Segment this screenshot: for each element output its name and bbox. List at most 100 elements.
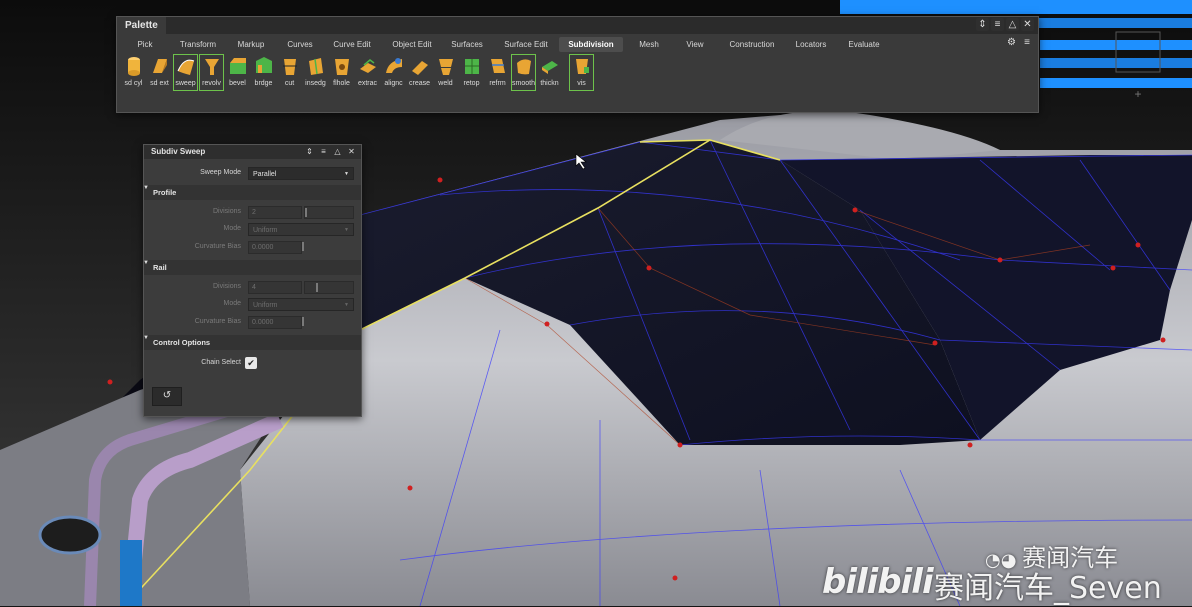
collapse-icon[interactable]: △	[332, 146, 343, 157]
svg-text:+: +	[1134, 87, 1141, 101]
collapse-arrow-icon: ▼	[143, 335, 149, 341]
subdivision-toolbar: sd cyl sd ext sweep revolv bevel brdge c…	[117, 54, 1038, 94]
thicken-icon	[542, 61, 558, 74]
collapse-icon[interactable]: △	[1006, 18, 1019, 31]
fill-hole-icon	[335, 59, 349, 75]
gear-icon[interactable]: ⚙	[1007, 37, 1016, 48]
align-curve-icon	[386, 58, 402, 73]
rail-bias-label: Curvature Bias	[194, 318, 241, 325]
rail-section-header[interactable]: ▼ Rail	[143, 260, 361, 275]
control-options-section-label: Control Options	[153, 338, 211, 347]
tab-construction[interactable]: Construction	[725, 37, 779, 52]
tool-vis[interactable]: vis	[569, 54, 594, 91]
reset-icon: ↺	[162, 390, 172, 401]
close-icon[interactable]: ✕	[1021, 18, 1034, 31]
slider-thumb[interactable]	[302, 317, 304, 326]
chain-select-checkbox[interactable]: ✔	[245, 357, 257, 369]
sweep-mode-row: Sweep Mode Parallel	[144, 166, 361, 182]
rail-bias-slider[interactable]	[302, 316, 354, 329]
profile-bias-value[interactable]: 0.0000	[248, 241, 302, 254]
tab-curves[interactable]: Curves	[281, 37, 319, 52]
sweep-mode-label: Sweep Mode	[200, 169, 241, 176]
profile-divisions-field[interactable]: 2	[248, 206, 354, 219]
rail-divisions-value[interactable]: 4	[248, 281, 302, 294]
options-icon[interactable]: ≡	[991, 18, 1004, 31]
rail-mode-dropdown[interactable]: Uniform	[248, 298, 354, 312]
palette-tabs: Pick Transform Markup Curves Curve Edit …	[117, 36, 1038, 53]
tab-object-edit[interactable]: Object Edit	[387, 37, 437, 52]
tab-mesh[interactable]: Mesh	[631, 37, 667, 52]
tab-surface-edit[interactable]: Surface Edit	[499, 37, 553, 52]
control-options-section-header[interactable]: ▼ Control Options	[143, 335, 361, 350]
subdiv-cylinder-icon	[128, 57, 140, 76]
profile-bias-label: Curvature Bias	[194, 243, 241, 250]
tab-curve-edit[interactable]: Curve Edit	[329, 37, 375, 52]
visibility-icon	[576, 59, 589, 74]
tab-subdivision[interactable]: Subdivision	[559, 37, 623, 52]
subdiv-revolve-icon	[205, 59, 219, 75]
slider-thumb[interactable]	[305, 208, 307, 217]
tab-evaluate[interactable]: Evaluate	[843, 37, 885, 52]
rail-divisions-row: Divisions 4	[144, 280, 361, 296]
profile-mode-dropdown[interactable]: Uniform	[248, 223, 354, 237]
bilibili-logo: bilibili	[822, 562, 934, 602]
close-icon[interactable]: ✕	[346, 146, 357, 157]
hamburger-menu-icon[interactable]: ≡	[1024, 37, 1030, 48]
profile-divisions-slider[interactable]	[304, 206, 354, 219]
extract-icon	[360, 59, 376, 73]
profile-divisions-label: Divisions	[212, 208, 241, 215]
subdiv-sweep-icon	[177, 59, 195, 75]
subdiv-bevel-icon	[230, 58, 246, 74]
profile-mode-row: Mode Uniform	[144, 222, 361, 238]
rail-mode-label: Mode	[223, 300, 241, 307]
profile-divisions-value[interactable]: 2	[248, 206, 302, 219]
collapse-arrow-icon: ▼	[143, 260, 149, 266]
sweep-mode-dropdown[interactable]: Parallel	[248, 167, 354, 181]
profile-bias-field[interactable]: 0.0000	[248, 241, 354, 254]
tab-markup[interactable]: Markup	[229, 37, 273, 52]
rail-bias-field[interactable]: 0.0000	[248, 316, 354, 329]
rail-section-label: Rail	[153, 263, 167, 272]
profile-bias-slider[interactable]	[302, 241, 354, 254]
tab-surfaces[interactable]: Surfaces	[447, 37, 487, 52]
profile-mode-label: Mode	[223, 225, 241, 232]
bilibili-user-watermark: 赛闻汽车_Seven	[934, 571, 1162, 606]
smooth-icon	[517, 59, 531, 75]
subdiv-sweep-window: Subdiv Sweep ⇕ ≡ △ ✕ Sweep Mode Parallel…	[143, 144, 362, 417]
tool-label: thickn	[540, 80, 559, 87]
palette-title: Palette	[117, 17, 166, 34]
rail-divisions-slider[interactable]	[304, 281, 354, 294]
subdiv-bridge-icon	[256, 57, 272, 73]
options-icon[interactable]: ≡	[318, 146, 329, 157]
profile-section-label: Profile	[153, 188, 177, 197]
profile-bias-row: Curvature Bias 0.0000	[144, 240, 361, 256]
profile-section-header[interactable]: ▼ Profile	[143, 185, 361, 200]
reset-button[interactable]: ↺	[152, 387, 182, 406]
tool-label: vis	[577, 80, 586, 87]
rail-bias-row: Curvature Bias 0.0000	[144, 315, 361, 331]
tab-view[interactable]: View	[677, 37, 713, 52]
tab-transform[interactable]: Transform	[175, 37, 221, 52]
chain-select-row: Chain Select ✔	[144, 356, 361, 372]
sweep-titlebar[interactable]: Subdiv Sweep ⇕ ≡ △ ✕	[144, 145, 361, 159]
subdiv-cut-icon	[283, 59, 297, 75]
rail-mode-row: Mode Uniform	[144, 297, 361, 313]
collapse-arrow-icon: ▼	[143, 185, 149, 191]
sweep-title: Subdiv Sweep	[151, 147, 206, 156]
rail-bias-value[interactable]: 0.0000	[248, 316, 302, 329]
palette-titlebar[interactable]: Palette ⇕ ≡ △ ✕	[117, 17, 1038, 34]
profile-divisions-row: Divisions 2	[144, 205, 361, 221]
tab-pick[interactable]: Pick	[123, 37, 167, 52]
slider-thumb[interactable]	[316, 283, 318, 292]
pin-icon[interactable]: ⇕	[976, 18, 989, 31]
rail-divisions-field[interactable]: 4	[248, 281, 354, 294]
pin-icon[interactable]: ⇕	[304, 146, 315, 157]
rail-divisions-label: Divisions	[212, 283, 241, 290]
reform-icon	[491, 59, 505, 73]
slider-thumb[interactable]	[302, 242, 304, 251]
tab-locators[interactable]: Locators	[789, 37, 833, 52]
palette-window: Palette ⇕ ≡ △ ✕ Pick Transform Markup Cu…	[116, 16, 1039, 113]
tool-thickn[interactable]: thickn	[537, 54, 562, 91]
insert-edge-icon	[309, 58, 323, 75]
retopology-icon	[465, 59, 479, 74]
